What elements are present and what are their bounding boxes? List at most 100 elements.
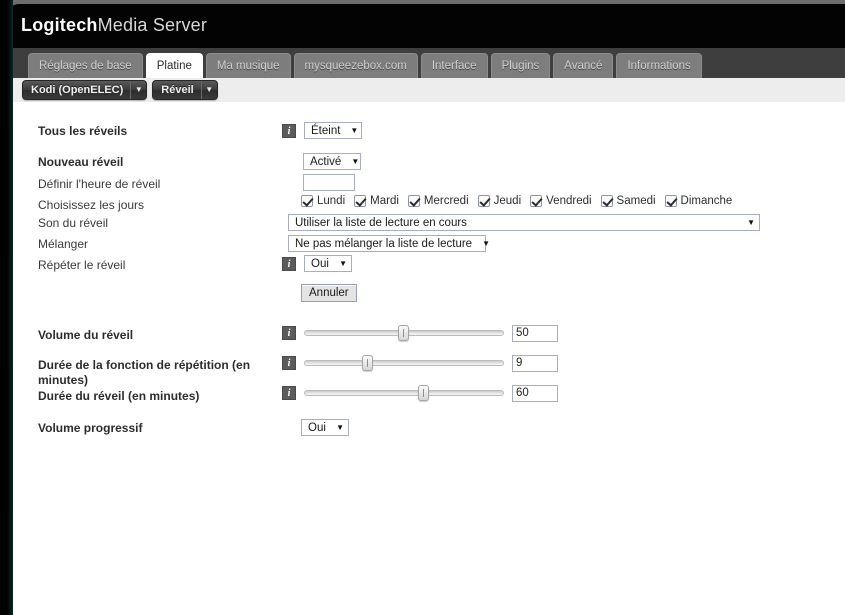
fade-in-select[interactable]: Oui ▼ — [301, 419, 349, 436]
tab-interface[interactable]: Interface — [420, 53, 488, 78]
tab-list: Réglages de base Platine Ma musique mysq… — [28, 53, 702, 78]
shuffle-select[interactable]: Ne pas mélanger la liste de lecture ▼ — [288, 235, 490, 252]
label-duree-repetition: Durée de la fonction de répétition (en m… — [38, 358, 251, 387]
alarm-duration-slider[interactable] — [304, 384, 504, 402]
day-label: Vendredi — [546, 195, 592, 207]
row-cancel: Annuler — [301, 284, 357, 302]
product-name: Media Server — [97, 15, 208, 35]
day-checkbox-lundi[interactable]: Lundi — [301, 195, 345, 207]
chevron-down-icon: ▼ — [336, 423, 344, 432]
toolbar-button-group: Kodi (OpenELEC) ▼ Réveil ▼ — [22, 80, 218, 100]
row-son-du-reveil: Utiliser la liste de lecture en cours ▼ — [288, 214, 760, 231]
day-label: Jeudi — [493, 195, 522, 207]
label-melanger: Mélanger — [38, 237, 89, 251]
header-bar: LogitechMedia Server — [7, 4, 845, 48]
info-icon[interactable]: i — [282, 356, 296, 370]
day-label: Samedi — [616, 195, 656, 207]
slider-handle[interactable] — [398, 325, 409, 341]
checkbox-icon[interactable] — [664, 195, 677, 207]
day-checkbox-mardi[interactable]: Mardi — [354, 195, 399, 207]
tab-plugins[interactable]: Plugins — [490, 53, 551, 78]
checkbox-icon[interactable] — [530, 195, 543, 207]
label-volume-du-reveil: Volume du réveil — [38, 328, 134, 342]
tab-reglages-de-base[interactable]: Réglages de base — [28, 53, 143, 78]
brand-name: Logitech — [21, 15, 98, 35]
checkbox-icon[interactable] — [407, 195, 420, 207]
all-alarms-select[interactable]: Éteint ▼ — [304, 122, 362, 139]
day-label: Mardi — [370, 195, 399, 207]
alarm-time-input[interactable] — [303, 174, 355, 191]
chevron-down-icon: ▼ — [351, 157, 360, 166]
chevron-down-icon: ▼ — [200, 81, 217, 99]
label-definir-heure: Définir l'heure de réveil — [38, 177, 161, 191]
info-icon[interactable]: i — [282, 386, 296, 400]
row-duree-repetition: i — [282, 354, 558, 372]
settings-content-panel: Tous les réveils i Éteint ▼ Nouveau réve… — [13, 102, 845, 615]
alarm-duration-value-input[interactable] — [512, 384, 558, 402]
page-title: LogitechMedia Server — [21, 15, 207, 36]
snooze-duration-value-input[interactable] — [512, 354, 558, 372]
player-selector-button[interactable]: Kodi (OpenELEC) ▼ — [22, 80, 148, 100]
shuffle-select-value: Ne pas mélanger la liste de lecture — [295, 237, 473, 250]
info-icon[interactable]: i — [282, 256, 296, 271]
day-checkbox-jeudi[interactable]: Jeudi — [477, 195, 522, 207]
info-icon[interactable]: i — [282, 326, 296, 340]
section-selector-label: Réveil — [161, 84, 194, 96]
slider-track[interactable] — [304, 360, 504, 366]
player-selector-label: Kodi (OpenELEC) — [31, 84, 124, 96]
chevron-down-icon: ▼ — [130, 81, 146, 99]
day-checkbox-vendredi[interactable]: Vendredi — [530, 195, 592, 207]
alarm-sound-select[interactable]: Utiliser la liste de lecture en cours ▼ — [288, 214, 760, 231]
tab-informations[interactable]: Informations — [616, 53, 702, 78]
day-label: Dimanche — [680, 195, 733, 207]
slider-handle[interactable] — [362, 355, 373, 371]
checkbox-icon[interactable] — [477, 195, 490, 207]
cancel-button[interactable]: Annuler — [301, 284, 357, 302]
chevron-down-icon: ▼ — [339, 259, 347, 268]
tab-avance[interactable]: Avancé — [553, 53, 614, 78]
info-icon[interactable]: i — [282, 123, 296, 138]
chevron-down-icon: ▼ — [747, 218, 755, 227]
chevron-down-icon: ▼ — [350, 126, 359, 135]
all-alarms-select-value: Éteint — [311, 124, 341, 137]
row-volume-du-reveil: i — [282, 324, 558, 342]
label-nouveau-reveil: Nouveau réveil — [38, 155, 124, 169]
alarm-volume-value-input[interactable] — [512, 324, 558, 342]
repeat-select-value: Oui — [311, 257, 329, 270]
day-checkbox-dimanche[interactable]: Dimanche — [664, 195, 733, 207]
section-selector-button[interactable]: Réveil ▼ — [152, 80, 218, 100]
alarm-sound-select-value: Utiliser la liste de lecture en cours — [295, 216, 467, 229]
row-definir-heure — [303, 174, 355, 191]
fade-in-select-value: Oui — [308, 421, 326, 434]
new-alarm-select-value: Activé — [310, 155, 342, 168]
row-tous-les-reveils: i Éteint ▼ — [282, 122, 362, 139]
left-edge-strip — [0, 0, 13, 615]
toolbar: Kodi (OpenELEC) ▼ Réveil ▼ — [13, 78, 845, 102]
checkbox-icon[interactable] — [301, 195, 313, 207]
checkbox-icon[interactable] — [354, 195, 367, 207]
chevron-down-icon: ▼ — [482, 239, 490, 248]
row-duree-du-reveil: i — [282, 384, 558, 402]
checkbox-icon[interactable] — [600, 195, 613, 207]
new-alarm-select[interactable]: Activé ▼ — [303, 153, 361, 170]
repeat-select[interactable]: Oui ▼ — [304, 255, 352, 272]
tab-ma-musique[interactable]: Ma musique — [205, 53, 291, 78]
tab-mysqueezebox-com[interactable]: mysqueezebox.com — [293, 53, 418, 78]
label-choisissez-jours: Choisissez les jours — [38, 198, 145, 212]
day-label: Lundi — [317, 195, 346, 207]
days-checkbox-group: Lundi Mardi Mercredi Jeudi Vendredi Same… — [301, 195, 741, 207]
snooze-duration-slider[interactable] — [304, 354, 504, 372]
slider-handle[interactable] — [418, 385, 429, 401]
row-volume-progressif: Oui ▼ — [301, 419, 349, 436]
day-label: Mercredi — [423, 195, 469, 207]
label-son-du-reveil: Son du réveil — [38, 216, 109, 230]
label-repeter-le-reveil: Répéter le réveil — [38, 258, 126, 272]
label-volume-progressif: Volume progressif — [38, 421, 143, 435]
slider-track[interactable] — [304, 390, 504, 396]
day-checkbox-samedi[interactable]: Samedi — [600, 195, 656, 207]
row-repeter-le-reveil: i Oui ▼ — [282, 255, 352, 272]
tab-platine[interactable]: Platine — [145, 53, 203, 78]
application-window: LogitechMedia Server Réglages de base Pl… — [0, 0, 845, 615]
day-checkbox-mercredi[interactable]: Mercredi — [407, 195, 469, 207]
alarm-volume-slider[interactable] — [304, 324, 504, 342]
